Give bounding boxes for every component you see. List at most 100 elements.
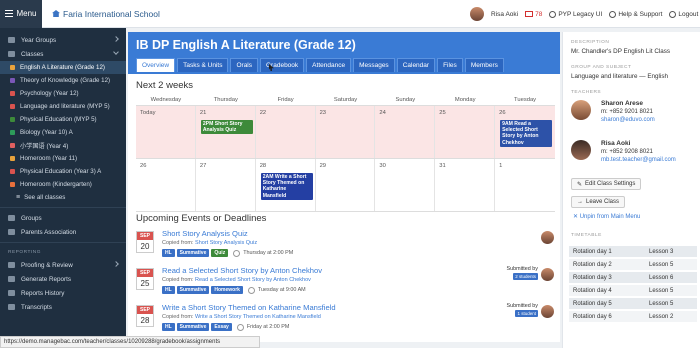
copied-link[interactable]: Read a Selected Short Story by Anton Che… [195,277,311,283]
calendar-day-cell[interactable]: 26 [136,159,196,211]
teacher-email[interactable]: sharon@eduvo.com [601,117,655,123]
class-color-swatch [10,78,15,83]
sidebar-item-reports-history[interactable]: Reports History [0,286,126,300]
sidebar-item-classes[interactable]: Classes [0,47,126,61]
sidebar-class-item[interactable]: Homeroom (Year 11) [0,152,126,165]
calendar-day-cell[interactable]: 31 [435,159,496,211]
calendar-day-cell[interactable]: 25 [435,106,496,158]
submitted-label: Submitted by [506,303,538,309]
user-avatar[interactable] [470,7,484,21]
browser-status-bar: https://demo.managebac.com/teacher/class… [0,336,260,348]
tab-gradebook[interactable]: Gradebook [260,58,305,72]
tab-calendar[interactable]: Calendar [396,58,436,72]
main-content: IB DP English A Literature (Grade 12) Ov… [128,32,560,342]
sidebar-item-year-groups[interactable]: Year Groups [0,33,126,47]
teacher-card: Risa Aoki m: +852 9208 8021 mb.test.teac… [571,138,696,174]
calendar-day-cell[interactable]: 27 [195,159,256,211]
copied-prefix: Copied from: [162,277,194,283]
calendar-day-cell[interactable]: 23 [315,106,376,158]
teacher-card: Sharon Arese m: +852 9201 8021 sharon@ed… [571,98,696,134]
logout-link[interactable]: Logout [669,10,698,18]
calendar-week-row: 26 27 28 2AM Write a Short Story Themed … [136,159,555,212]
sidebar-item-label: Parents Association [21,228,77,236]
calendar-day-cell[interactable]: 26 9AM Read a Selected Short Story by An… [495,106,555,158]
teacher-phone: m: +852 9201 8021 [601,109,653,115]
sidebar-item-transcripts[interactable]: Transcripts [0,300,126,314]
day-number: 27 [199,163,207,169]
user-name[interactable]: Risa Aoki [491,11,518,18]
event-title-link[interactable]: Read a Selected Short Story by Anton Che… [162,266,322,275]
sidebar-item-proofing[interactable]: Proofing & Review [0,258,126,272]
sidebar-class-item[interactable]: 小学国语 (Year 4) [0,139,126,152]
upcoming-heading: Upcoming Events or Deadlines [136,213,267,224]
tab-overview[interactable]: Overview [136,58,176,72]
calendar-event[interactable]: 9AM Read a Selected Short Story by Anton… [500,120,553,147]
sidebar: Year Groups Classes English A Literature… [0,28,126,336]
event-label: 9AM Read a Selected Short Story by Anton… [502,121,539,146]
unpin-link[interactable]: ✕ Unpin from Main Menu [573,213,640,220]
page-title: IB DP English A Literature (Grade 12) [136,38,356,52]
weekday-label: Monday [454,97,476,103]
tab-messages[interactable]: Messages [353,58,395,72]
tab-attendance[interactable]: Attendance [306,58,352,72]
sidebar-item-label: Proofing & Review [21,261,73,269]
calendar-day-cell[interactable]: 29 [315,159,376,211]
calendar-event[interactable]: 2AM Write a Short Story Themed on Kathar… [260,173,313,200]
proofing-icon [8,262,15,268]
help-link[interactable]: Help & Support [609,10,662,18]
timetable-label: TIMETABLE [571,233,602,238]
calendar-day-cell[interactable]: 24 [375,106,436,158]
copied-link[interactable]: Short Story Analysis Quiz [195,240,257,246]
event-title-link[interactable]: Short Story Analysis Quiz [162,229,248,238]
calendar-event[interactable]: 2PM Short Story Analysis Quiz [200,120,253,135]
calendar-day-cell[interactable]: 28 2AM Write a Short Story Themed on Kat… [255,159,316,211]
menu-button[interactable]: Menu [0,0,42,28]
sidebar-class-item[interactable]: Language and literature (MYP 5) [0,100,126,113]
course-header: IB DP English A Literature (Grade 12) Ov… [128,32,560,74]
copied-link[interactable]: Write a Short Story Themed on Katharine … [195,314,321,320]
teacher-email[interactable]: mb.test.teacher@gmail.com [601,157,676,163]
calendar-day-cell[interactable]: 22 [255,106,316,158]
tab-files[interactable]: Files [437,58,463,72]
tag-type: Homework [211,286,243,294]
sidebar-class-item[interactable]: Psychology (Year 12) [0,87,126,100]
day-number: 1 [499,163,503,169]
two-week-calendar: Wednesday Thursday Friday Saturday Sunda… [136,95,555,212]
timetable-row: Rotation day 3 Lesson 6 [569,272,697,284]
tab-orals[interactable]: Orals [230,58,258,72]
pyp-legacy-link[interactable]: PYP Legacy UI [549,10,602,18]
sidebar-item-groups[interactable]: Groups [0,211,126,225]
school-link[interactable]: Faria International School [52,9,160,19]
sidebar-item-generate-reports[interactable]: Generate Reports [0,272,126,286]
sidebar-class-item[interactable]: English A Literature (Grade 12) [0,61,126,74]
calendar-day-cell[interactable]: 1 [495,159,555,211]
sidebar-class-label: Homeroom (Kindergarten) [20,181,92,188]
leave-class-button[interactable]: → Leave Class [571,196,626,208]
sidebar-class-item[interactable]: Biology (Year 10) A [0,126,126,139]
tab-members[interactable]: Members [464,58,504,72]
students-count-badge[interactable]: 2 students [513,273,538,280]
sidebar-class-item[interactable]: Physical Education (Year 3) A [0,165,126,178]
messages-link[interactable]: 78 [525,11,542,18]
sidebar-item-parents[interactable]: Parents Association [0,225,126,239]
sidebar-item-label: Reports History [21,289,65,297]
rotation-day: Rotation day 1 [573,248,612,255]
day-number: Today [140,110,156,116]
edit-class-settings-button[interactable]: ✎ Edit Class Settings [571,178,642,190]
day-number: 29 [319,163,327,169]
timetable-row: Rotation day 5 Lesson 5 [569,298,697,310]
calendar-day-cell[interactable]: 21 2PM Short Story Analysis Quiz [195,106,256,158]
top-right-tools: Risa Aoki 78 PYP Legacy UI Help & Suppor… [470,0,698,28]
event-label: 2AM Write a Short Story Themed on Kathar… [262,174,307,199]
event-title-link[interactable]: Write a Short Story Themed on Katharine … [162,303,336,312]
calendar-day-cell[interactable]: Today [136,106,196,158]
sidebar-class-item[interactable]: Homeroom (Kindergarten) [0,178,126,191]
sidebar-class-item[interactable]: Physical Education (MYP 5) [0,113,126,126]
tab-tasks-units[interactable]: Tasks & Units [177,58,229,72]
see-all-classes-link[interactable]: ≡ See all classes [0,191,126,204]
calendar-day-cell[interactable]: 30 [375,159,436,211]
class-color-swatch [10,182,15,187]
date-badge: SEP 20 [136,231,154,253]
sidebar-class-item[interactable]: Theory of Knowledge (Grade 12) [0,74,126,87]
students-count-badge[interactable]: 1 student [515,310,538,317]
